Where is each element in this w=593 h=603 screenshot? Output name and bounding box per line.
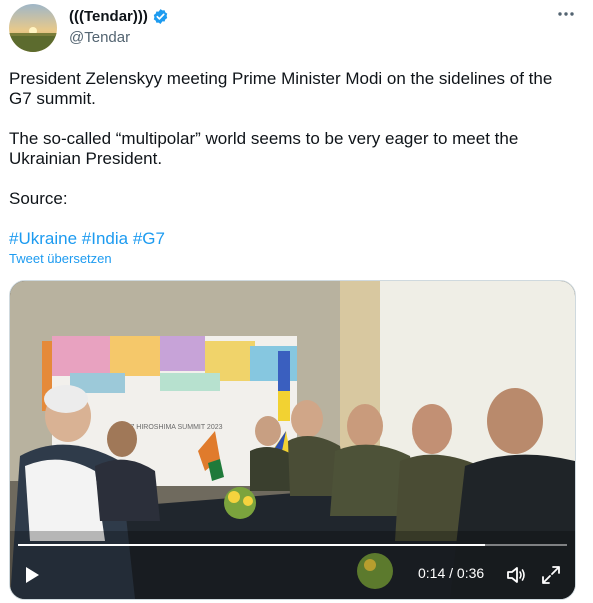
video-progress-fill [18,544,485,546]
fullscreen-icon [542,566,560,584]
video-progress-bar[interactable] [18,544,567,546]
hashtag-list: #Ukraine #India #G7 [9,229,165,249]
translate-tweet-link[interactable]: Tweet übersetzen [9,251,112,266]
video-current-time: 0:14 [418,565,446,581]
tweet: (((Tendar))) @Tendar President Zelenskyy… [0,0,593,603]
fullscreen-button[interactable] [541,565,561,585]
avatar[interactable] [9,4,57,52]
tweet-text-paragraph-2: The so-called “multipolar” world seems t… [9,129,519,168]
more-horizontal-icon [558,12,574,16]
play-icon [26,567,39,583]
hashtag-india[interactable]: #India [82,229,128,248]
hashtag-ukraine[interactable]: #Ukraine [9,229,77,248]
volume-button[interactable] [506,565,526,585]
video-time-separator: / [445,565,457,581]
verified-badge-icon [152,8,169,25]
hashtag-g7[interactable]: #G7 [133,229,165,248]
author-handle[interactable]: @Tendar [69,29,130,46]
author-display-name[interactable]: (((Tendar))) [69,8,148,25]
speaker-icon [507,567,525,583]
video-time: 0:14 / 0:36 [418,565,484,581]
video-player[interactable]: G7 HIROSHIMA SUMMIT 2023 0:14 / 0:36 [9,280,576,600]
tweet-text-source: Source: [9,189,68,208]
video-duration: 0:36 [456,565,485,581]
more-options-button[interactable] [554,6,578,26]
author-name-row[interactable]: (((Tendar))) [69,8,169,25]
play-button[interactable] [22,565,42,585]
video-controls: 0:14 / 0:36 [10,539,575,599]
summit-backdrop-text: G7 HIROSHIMA SUMMIT 2023 [125,424,223,431]
tweet-text-paragraph-1: President Zelenskyy meeting Prime Minist… [9,69,553,108]
